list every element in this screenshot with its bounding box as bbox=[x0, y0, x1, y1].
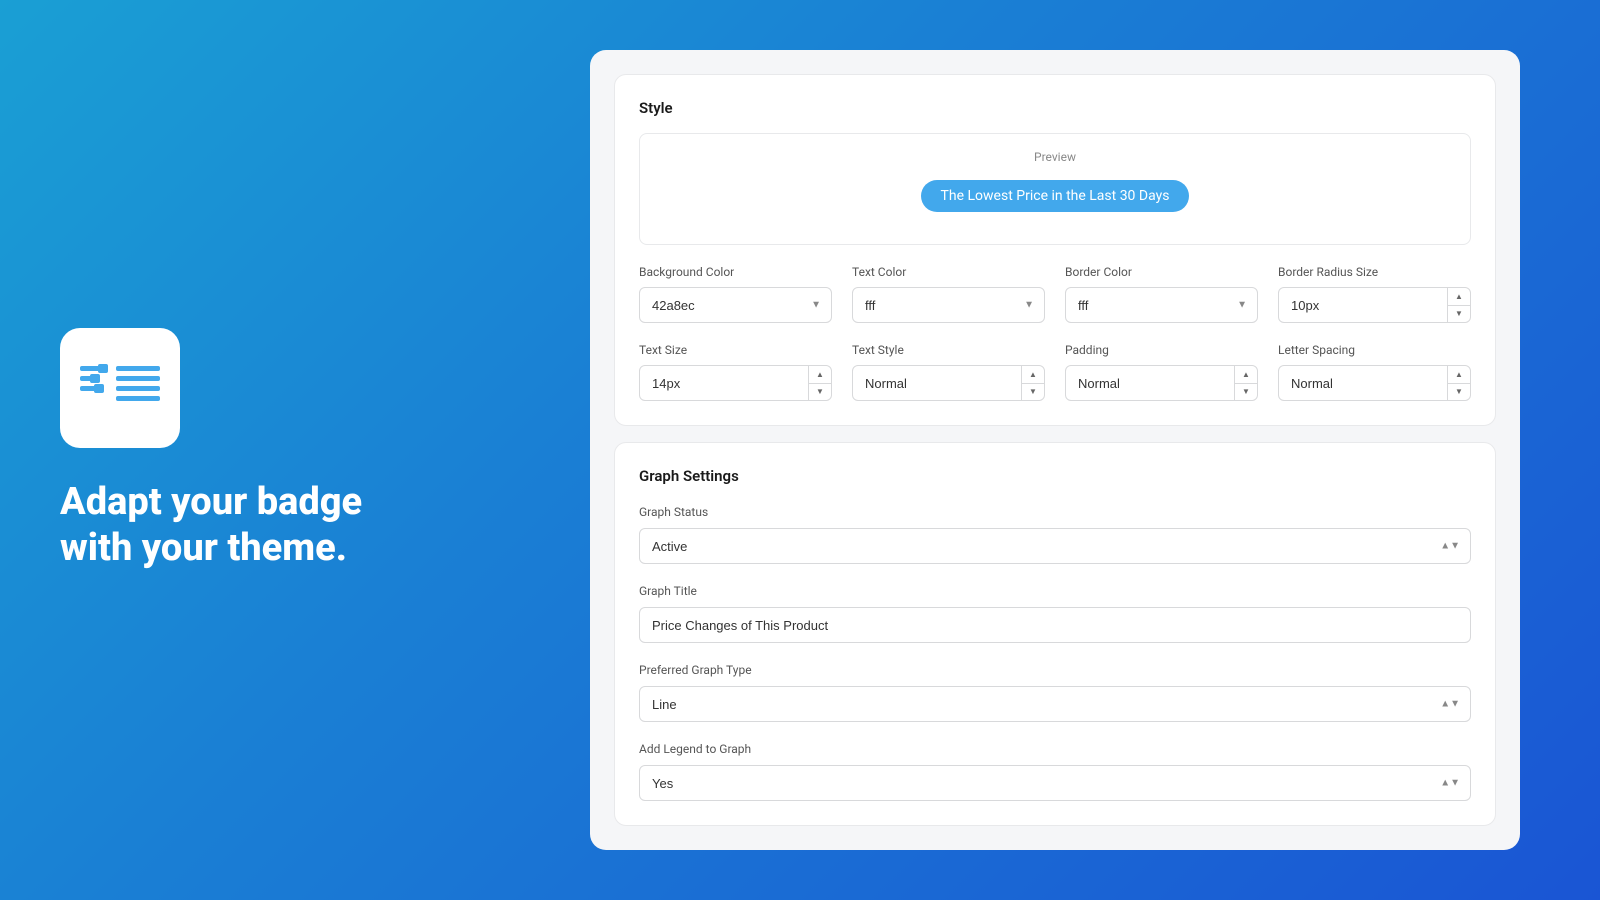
main-panel: Style Preview The Lowest Price in the La… bbox=[590, 50, 1520, 850]
preview-area: Preview The Lowest Price in the Last 30 … bbox=[639, 133, 1471, 245]
text-color-label: Text Color bbox=[852, 265, 1045, 279]
tagline: Adapt your badge with your theme. bbox=[60, 480, 390, 571]
graph-status-wrapper[interactable]: Active Inactive ▲▼ bbox=[639, 528, 1471, 564]
border-radius-group: Border Radius Size ▲ ▼ bbox=[1278, 265, 1471, 323]
style-section-title: Style bbox=[639, 99, 1471, 117]
text-style-label: Text Style bbox=[852, 343, 1045, 357]
letter-spacing-input[interactable] bbox=[1279, 366, 1446, 400]
background-color-label: Background Color bbox=[639, 265, 832, 279]
preferred-graph-type-select[interactable]: Line Bar Area bbox=[640, 687, 1470, 721]
padding-spinner[interactable]: ▲ ▼ bbox=[1065, 365, 1258, 401]
graph-settings-card: Graph Settings Graph Status Active Inact… bbox=[614, 442, 1496, 826]
border-radius-spinner[interactable]: ▲ ▼ bbox=[1278, 287, 1471, 323]
graph-title-label: Graph Title bbox=[639, 584, 697, 598]
background-color-group: Background Color 42a8ec ▼ bbox=[639, 265, 832, 323]
padding-group: Padding ▲ ▼ bbox=[1065, 343, 1258, 401]
preferred-graph-type-group: Preferred Graph Type Line Bar Area ▲▼ bbox=[639, 659, 1471, 722]
text-color-select[interactable]: fff bbox=[853, 288, 1044, 322]
text-size-up[interactable]: ▲ bbox=[809, 366, 831, 384]
border-color-group: Border Color fff ▼ bbox=[1065, 265, 1258, 323]
text-size-group: Text Size ▲ ▼ bbox=[639, 343, 832, 401]
add-legend-wrapper[interactable]: Yes No ▲▼ bbox=[639, 765, 1471, 801]
padding-input[interactable] bbox=[1066, 366, 1233, 400]
text-size-label: Text Size bbox=[639, 343, 832, 357]
background-color-select[interactable]: 42a8ec bbox=[640, 288, 831, 322]
text-color-wrapper[interactable]: fff ▼ bbox=[852, 287, 1045, 323]
border-radius-up[interactable]: ▲ bbox=[1448, 288, 1470, 306]
graph-settings-title: Graph Settings bbox=[639, 467, 1471, 485]
logo-box bbox=[60, 328, 180, 448]
border-color-wrapper[interactable]: fff ▼ bbox=[1065, 287, 1258, 323]
text-style-spinner[interactable]: ▲ ▼ bbox=[852, 365, 1045, 401]
letter-spacing-up[interactable]: ▲ bbox=[1448, 366, 1470, 384]
logo-icon bbox=[80, 358, 160, 418]
border-radius-input[interactable] bbox=[1279, 288, 1446, 322]
letter-spacing-down[interactable]: ▼ bbox=[1448, 384, 1470, 401]
letter-spacing-spinner-buttons: ▲ ▼ bbox=[1447, 366, 1470, 400]
text-size-spinner[interactable]: ▲ ▼ bbox=[639, 365, 832, 401]
preview-label: Preview bbox=[656, 150, 1454, 164]
letter-spacing-spinner[interactable]: ▲ ▼ bbox=[1278, 365, 1471, 401]
letter-spacing-label: Letter Spacing bbox=[1278, 343, 1471, 357]
text-style-group: Text Style ▲ ▼ bbox=[852, 343, 1045, 401]
style-row-1: Background Color 42a8ec ▼ Text Color fff… bbox=[639, 265, 1471, 323]
add-legend-select[interactable]: Yes No bbox=[640, 766, 1470, 800]
text-style-input[interactable] bbox=[853, 366, 1020, 400]
background-color-wrapper[interactable]: 42a8ec ▼ bbox=[639, 287, 832, 323]
text-size-spinner-buttons: ▲ ▼ bbox=[808, 366, 831, 400]
add-legend-group: Add Legend to Graph Yes No ▲▼ bbox=[639, 738, 1471, 801]
text-style-spinner-buttons: ▲ ▼ bbox=[1021, 366, 1044, 400]
text-size-down[interactable]: ▼ bbox=[809, 384, 831, 401]
graph-title-input[interactable] bbox=[639, 607, 1471, 643]
text-style-up[interactable]: ▲ bbox=[1022, 366, 1044, 384]
border-radius-spinner-buttons: ▲ ▼ bbox=[1447, 288, 1470, 322]
style-row-2: Text Size ▲ ▼ Text Style ▲ ▼ bbox=[639, 343, 1471, 401]
text-color-group: Text Color fff ▼ bbox=[852, 265, 1045, 323]
add-legend-label: Add Legend to Graph bbox=[639, 742, 751, 756]
preferred-graph-type-wrapper[interactable]: Line Bar Area ▲▼ bbox=[639, 686, 1471, 722]
padding-label: Padding bbox=[1065, 343, 1258, 357]
text-style-down[interactable]: ▼ bbox=[1022, 384, 1044, 401]
graph-status-select[interactable]: Active Inactive bbox=[640, 529, 1470, 563]
border-radius-down[interactable]: ▼ bbox=[1448, 306, 1470, 323]
padding-up[interactable]: ▲ bbox=[1235, 366, 1257, 384]
preview-badge: The Lowest Price in the Last 30 Days bbox=[921, 180, 1190, 212]
text-size-input[interactable] bbox=[640, 366, 807, 400]
graph-status-group: Graph Status Active Inactive ▲▼ bbox=[639, 501, 1471, 564]
padding-spinner-buttons: ▲ ▼ bbox=[1234, 366, 1257, 400]
graph-status-label: Graph Status bbox=[639, 505, 708, 519]
border-radius-label: Border Radius Size bbox=[1278, 265, 1471, 279]
padding-down[interactable]: ▼ bbox=[1235, 384, 1257, 401]
letter-spacing-group: Letter Spacing ▲ ▼ bbox=[1278, 343, 1471, 401]
style-card: Style Preview The Lowest Price in the La… bbox=[614, 74, 1496, 426]
preferred-graph-type-label: Preferred Graph Type bbox=[639, 663, 752, 677]
graph-title-group: Graph Title bbox=[639, 580, 1471, 643]
left-panel: Adapt your badge with your theme. bbox=[0, 0, 450, 900]
border-color-label: Border Color bbox=[1065, 265, 1258, 279]
border-color-select[interactable]: fff bbox=[1066, 288, 1257, 322]
